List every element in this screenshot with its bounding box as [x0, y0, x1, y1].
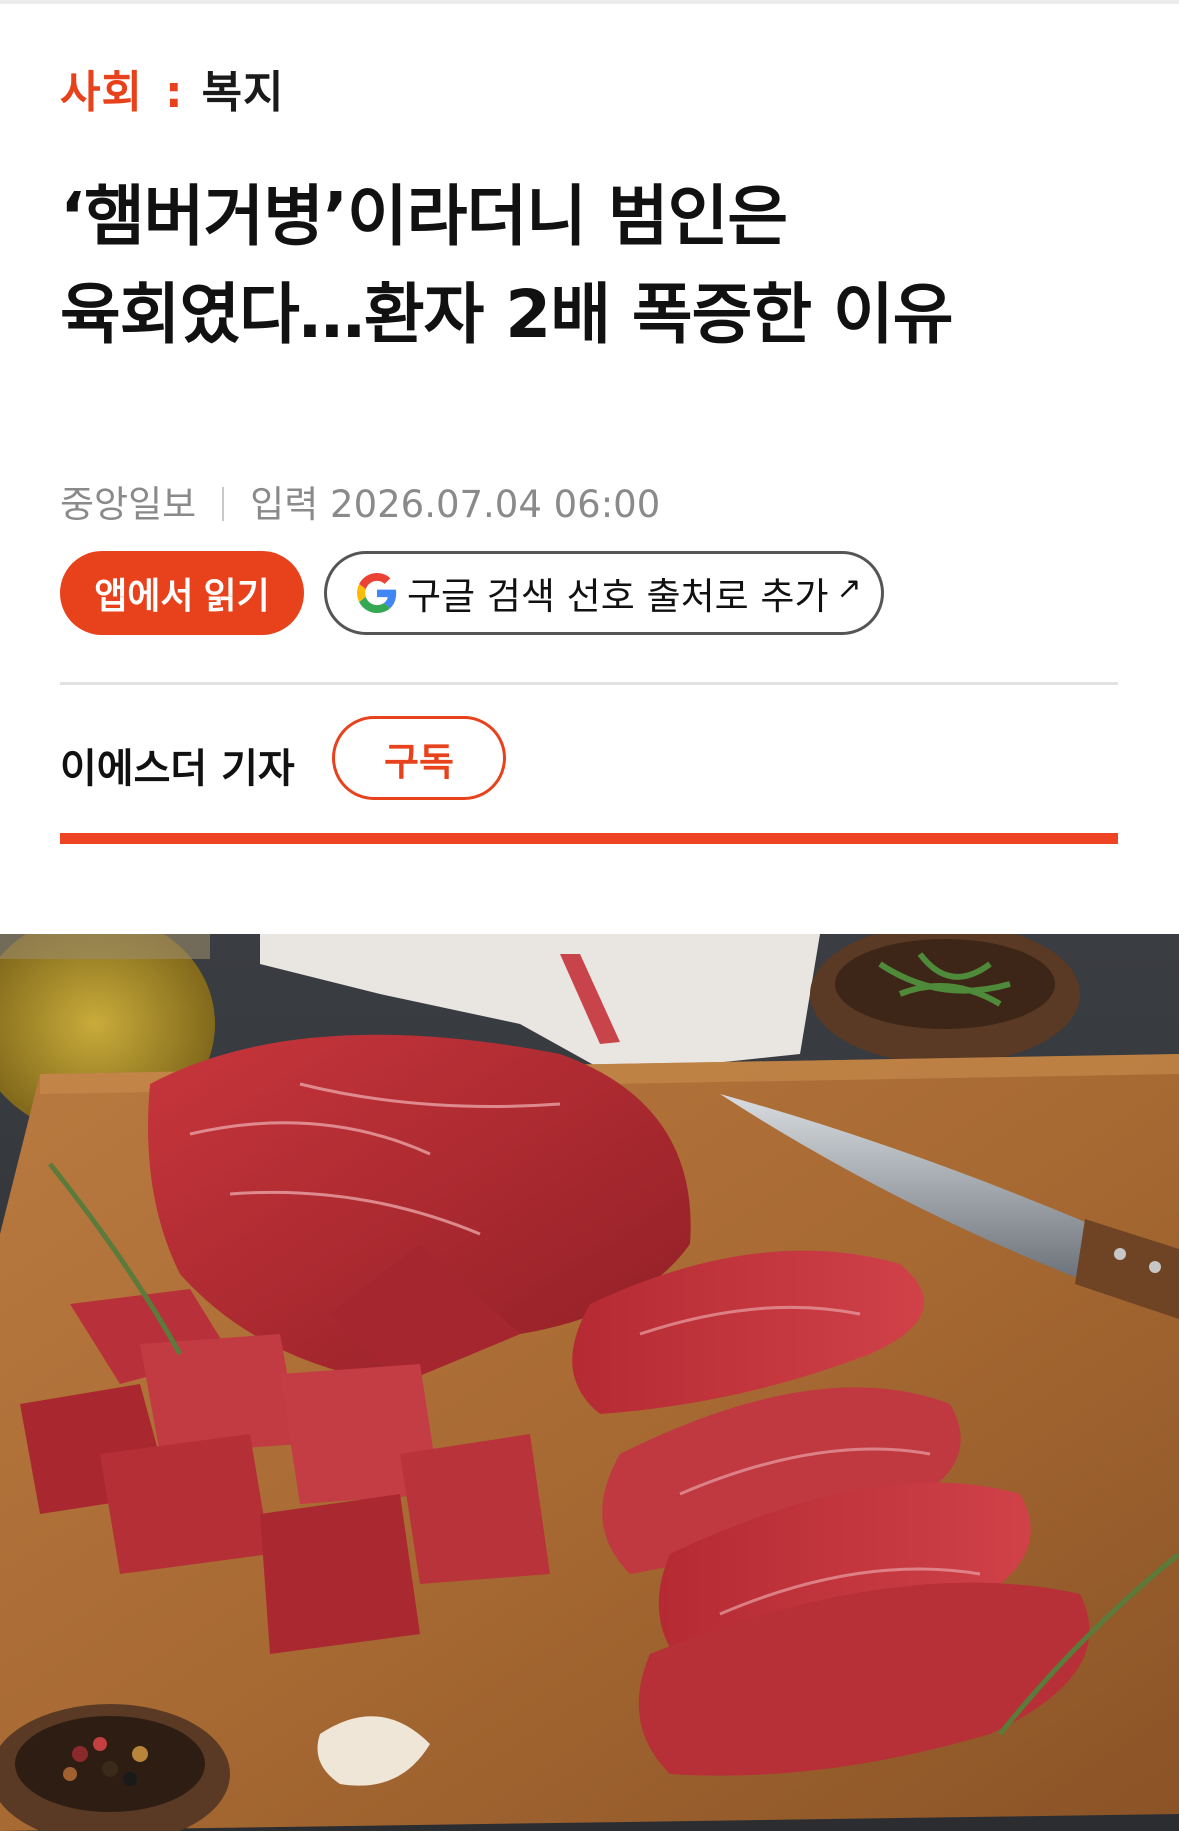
raw-beef-image: [0, 934, 1179, 1831]
google-source-label: 구글 검색 선호 출처로 추가: [407, 575, 829, 618]
meta-divider: [222, 486, 225, 521]
section-divider: [60, 682, 1118, 685]
headline-line-1: ‘햄버거병’이라더니 범인은: [60, 178, 788, 255]
accent-bar: [60, 833, 1118, 844]
subsection-link[interactable]: 복지: [202, 67, 285, 118]
breadcrumb: 사회: 복지: [60, 56, 285, 120]
article-headline: ‘햄버거병’이라더니 범인은 육회였다…환자 2배 폭증한 이유: [60, 168, 1140, 364]
section-link[interactable]: 사회: [60, 67, 143, 118]
input-label: 입력: [250, 483, 319, 526]
top-divider: [0, 0, 1179, 4]
reporter-name[interactable]: 이에스더 기자: [60, 736, 295, 794]
breadcrumb-separator: :: [164, 67, 184, 118]
article-meta: 중앙일보 입력 2026.07.04 06:00: [60, 474, 660, 528]
read-in-app-button[interactable]: 앱에서 읽기: [60, 551, 304, 635]
add-google-preferred-source-button[interactable]: 구글 검색 선호 출처로 추가 ↗: [324, 551, 884, 635]
publisher-name: 중앙일보: [60, 483, 197, 526]
article-photo: [0, 934, 1179, 1831]
subscribe-button[interactable]: 구독: [332, 716, 506, 800]
external-arrow-icon: ↗: [836, 570, 862, 606]
google-g-icon: [357, 573, 397, 613]
publish-datetime: 2026.07.04 06:00: [330, 483, 661, 526]
headline-line-2: 육회였다…환자 2배 폭증한 이유: [60, 276, 954, 353]
